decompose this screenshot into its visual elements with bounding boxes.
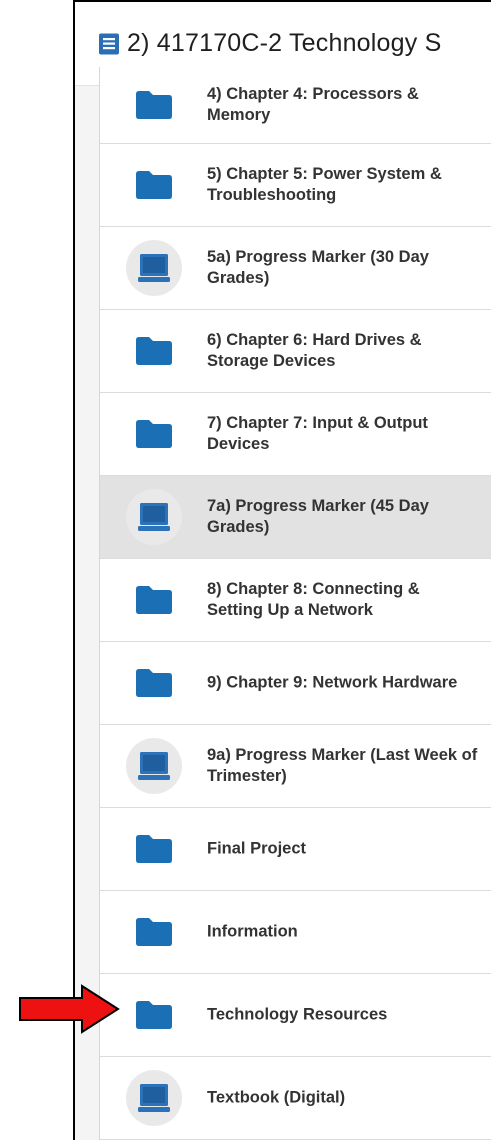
list-item-label: 4) Chapter 4: Processors & Memory — [207, 85, 419, 124]
list-item-label: 6) Chapter 6: Hard Drives & Storage Devi… — [207, 331, 422, 370]
list-item[interactable]: 6) Chapter 6: Hard Drives & Storage Devi… — [100, 310, 491, 393]
folder-icon — [126, 77, 182, 133]
course-panel: 2) 417170C-2 Technology S 4) Chapter 4: … — [73, 0, 491, 1140]
list-item-label: Textbook (Digital) — [207, 1088, 346, 1107]
computer-icon — [126, 738, 182, 794]
folder-icon — [126, 157, 182, 213]
course-title: 2) 417170C-2 Technology S — [127, 29, 442, 57]
folder-icon — [126, 406, 182, 462]
computer-icon — [126, 240, 182, 296]
list-item-label: Final Project — [207, 839, 307, 858]
list-item-label: 9a) Progress Marker (Last Week of Trimes… — [207, 746, 478, 785]
list-item[interactable]: Technology Resources — [100, 974, 491, 1057]
list-item[interactable]: 5) Chapter 5: Power System & Troubleshoo… — [100, 144, 491, 227]
content-list: 4) Chapter 4: Processors & Memory 5) Chap… — [99, 67, 491, 1140]
list-item-label: Information — [207, 922, 298, 941]
list-item-label: 8) Chapter 8: Connecting & Setting Up a … — [207, 580, 420, 619]
folder-icon — [126, 572, 182, 628]
computer-icon — [126, 1070, 182, 1126]
list-item[interactable]: Textbook (Digital) — [100, 1057, 491, 1140]
list-item[interactable]: 7) Chapter 7: Input & Output Devices — [100, 393, 491, 476]
list-item[interactable]: 7a) Progress Marker (45 Day Grades) — [100, 476, 491, 559]
left-gutter — [75, 86, 99, 1140]
red-arrow-icon — [19, 984, 120, 1034]
list-item-label: 7a) Progress Marker (45 Day Grades) — [207, 497, 429, 536]
computer-icon — [126, 489, 182, 545]
list-item[interactable]: 9) Chapter 9: Network Hardware — [100, 642, 491, 725]
folder-icon — [126, 904, 182, 960]
list-item-label: 9) Chapter 9: Network Hardware — [207, 673, 458, 692]
list-item[interactable]: 8) Chapter 8: Connecting & Setting Up a … — [100, 559, 491, 642]
list-item-label: 5a) Progress Marker (30 Day Grades) — [207, 248, 429, 287]
list-item-label: 5) Chapter 5: Power System & Troubleshoo… — [207, 165, 442, 204]
list-item[interactable]: Information — [100, 891, 491, 974]
list-item[interactable]: 9a) Progress Marker (Last Week of Trimes… — [100, 725, 491, 808]
list-item[interactable]: 5a) Progress Marker (30 Day Grades) — [100, 227, 491, 310]
folder-icon — [126, 323, 182, 379]
notebook-icon — [97, 32, 121, 56]
list-item-label: 7) Chapter 7: Input & Output Devices — [207, 414, 428, 453]
folder-icon — [126, 821, 182, 877]
list-item[interactable]: 4) Chapter 4: Processors & Memory — [100, 67, 491, 144]
folder-icon — [126, 987, 182, 1043]
list-item[interactable]: Final Project — [100, 808, 491, 891]
folder-icon — [126, 655, 182, 711]
list-item-label: Technology Resources — [207, 1005, 388, 1024]
